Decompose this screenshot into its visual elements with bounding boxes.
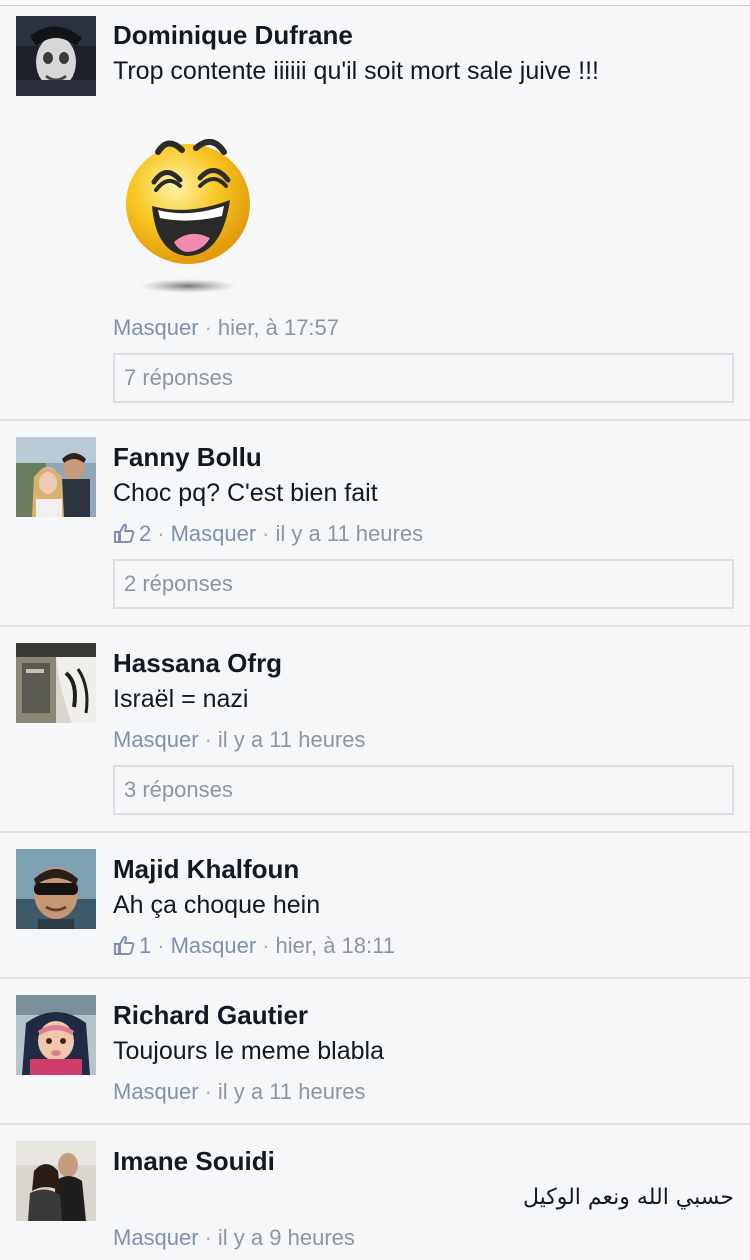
separator: ·	[157, 933, 165, 958]
comment-feed: Dominique Dufrane Trop contente iiiiii q…	[0, 0, 750, 1260]
comment-author[interactable]: Majid Khalfoun	[113, 854, 299, 884]
avatar[interactable]	[16, 1141, 96, 1221]
separator: ·	[262, 521, 270, 546]
comment-author[interactable]: Fanny Bollu	[113, 442, 262, 472]
comment-text: Ah ça choque hein	[113, 891, 321, 919]
separator: ·	[204, 315, 212, 340]
hide-link[interactable]: Masquer	[171, 933, 257, 958]
separator: ·	[262, 933, 270, 958]
comment-meta: Masquer · hier, à 17:57	[113, 314, 339, 342]
hide-link[interactable]: Masquer	[113, 1079, 199, 1104]
laughing-emoji-sticker	[118, 124, 258, 304]
separator: ·	[157, 521, 165, 546]
timestamp[interactable]: il y a 11 heures	[218, 727, 366, 752]
comment-item: Fanny Bollu Choc pq? C'est bien fait 2 · M…	[0, 421, 750, 627]
comment-text: Trop contente iiiiii qu'il soit mort sal…	[113, 57, 599, 85]
comment-meta: Masquer · il y a 9 heures	[113, 1224, 355, 1252]
comment-meta: Masquer · il y a 11 heures	[113, 726, 366, 754]
avatar[interactable]	[16, 995, 96, 1075]
comment-meta: 1 · Masquer · hier, à 18:11	[113, 932, 395, 960]
comment-item: Hassana Ofrg Israël = nazi Masquer · il y …	[0, 627, 750, 833]
comment-author[interactable]: Imane Souidi	[113, 1146, 275, 1176]
replies-button[interactable]: 2 réponses	[113, 559, 734, 609]
replies-button[interactable]: 3 réponses	[113, 765, 734, 815]
comment-text: Israël = nazi	[113, 685, 249, 713]
thumbs-up-icon[interactable]	[113, 934, 135, 956]
comment-item: Imane Souidi حسبي الله ونعم الوكيل Masqu…	[0, 1125, 750, 1260]
timestamp[interactable]: il y a 11 heures	[276, 521, 424, 546]
separator: ·	[204, 1225, 212, 1250]
avatar[interactable]	[16, 643, 96, 723]
timestamp[interactable]: il y a 11 heures	[218, 1079, 366, 1104]
comment-item: Dominique Dufrane Trop contente iiiiii q…	[0, 6, 750, 421]
timestamp[interactable]: hier, à 18:11	[276, 933, 395, 958]
like-count[interactable]: 2	[139, 521, 151, 546]
like-count[interactable]: 1	[139, 933, 151, 958]
thumbs-up-icon[interactable]	[113, 522, 135, 544]
comment-meta: 2 · Masquer · il y a 11 heures	[113, 520, 423, 548]
comment-text: Toujours le meme blabla	[113, 1037, 384, 1065]
timestamp[interactable]: il y a 9 heures	[218, 1225, 355, 1250]
avatar[interactable]	[16, 849, 96, 929]
comment-item: Majid Khalfoun Ah ça choque hein 1 · Masqu…	[0, 833, 750, 979]
replies-button[interactable]: 7 réponses	[113, 353, 734, 403]
separator: ·	[204, 1079, 212, 1104]
comment-author[interactable]: Dominique Dufrane	[113, 20, 353, 50]
hide-link[interactable]: Masquer	[113, 1225, 199, 1250]
comment-meta: Masquer · il y a 11 heures	[113, 1078, 366, 1106]
avatar[interactable]	[16, 437, 96, 517]
separator: ·	[204, 727, 212, 752]
avatar[interactable]	[16, 16, 96, 96]
timestamp[interactable]: hier, à 17:57	[218, 315, 339, 340]
hide-link[interactable]: Masquer	[113, 727, 199, 752]
comment-text: Choc pq? C'est bien fait	[113, 479, 378, 507]
comment-item: Richard Gautier Toujours le meme blabla …	[0, 979, 750, 1125]
hide-link[interactable]: Masquer	[113, 315, 199, 340]
hide-link[interactable]: Masquer	[171, 521, 257, 546]
comment-author[interactable]: Hassana Ofrg	[113, 648, 282, 678]
comment-author[interactable]: Richard Gautier	[113, 1000, 308, 1030]
comment-text: حسبي الله ونعم الوكيل	[522, 1185, 734, 1210]
